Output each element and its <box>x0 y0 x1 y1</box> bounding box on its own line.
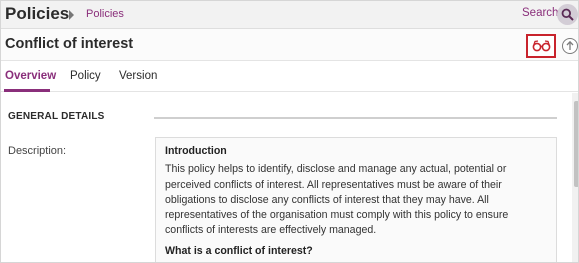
search-button[interactable] <box>557 4 578 25</box>
glasses-icon <box>532 40 551 52</box>
scrollbar-thumb[interactable] <box>574 101 578 187</box>
tab-overview[interactable]: Overview <box>5 70 56 82</box>
page-title: Conflict of interest <box>5 36 134 52</box>
section-heading: GENERAL DETAILS <box>8 111 105 122</box>
description-subheading: What is a conflict of interest? <box>165 244 313 257</box>
description-label: Description: <box>8 145 67 157</box>
description-field: Introduction This policy helps to identi… <box>155 137 557 262</box>
description-paragraph: This policy helps to identify, disclose … <box>165 163 509 237</box>
top-bar: Policies Policies Search <box>1 1 578 29</box>
search-link[interactable]: Search <box>522 7 558 19</box>
chevron-right-icon <box>69 10 74 20</box>
tab-bar: Overview Policy Version <box>1 61 578 92</box>
search-icon <box>561 8 574 21</box>
section-divider <box>154 117 557 119</box>
overview-content: GENERAL DETAILS Description: Introductio… <box>1 93 572 262</box>
description-heading: Introduction <box>165 145 227 157</box>
tab-policy[interactable]: Policy <box>70 70 101 82</box>
page: Policies Policies Search Conflict of int… <box>0 0 579 263</box>
upload-button[interactable] <box>562 38 578 54</box>
document-header: Conflict of interest <box>1 29 578 61</box>
active-tab-indicator <box>4 89 50 92</box>
view-button[interactable] <box>526 34 556 58</box>
app-title: Policies <box>5 4 70 23</box>
upload-icon <box>566 40 574 50</box>
tab-version[interactable]: Version <box>119 70 157 82</box>
breadcrumb-policies-link[interactable]: Policies <box>86 8 124 20</box>
